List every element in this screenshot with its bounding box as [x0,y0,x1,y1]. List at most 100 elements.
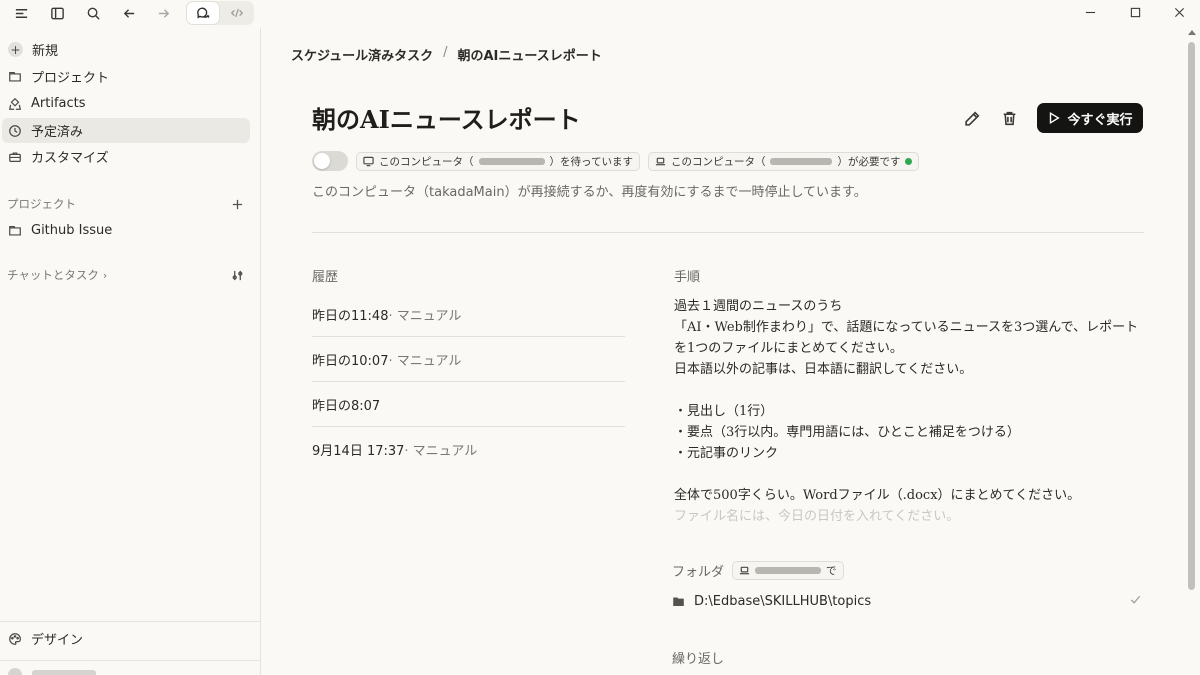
search-icon[interactable] [81,3,105,23]
sidebar-toggle-icon[interactable] [45,3,69,23]
account-name-redacted [32,670,96,675]
waiting-prefix: このコンピュータ（ [379,155,474,168]
laptop-icon [655,157,666,165]
palette-icon [9,632,21,645]
plus-icon: + [8,42,23,57]
sidebar-item-projects[interactable]: プロジェクト [2,64,250,89]
sidebar-item-design[interactable]: デザイン [2,626,250,651]
chevron-right-icon: › [102,268,108,282]
back-arrow-icon[interactable] [117,3,141,23]
chats-section-label: チャットとタスク [7,268,99,282]
history-time: 昨日の8:07 [312,398,381,414]
delete-button[interactable] [997,106,1021,130]
sidebar-item-label: プロジェクト [31,71,110,86]
monitor-icon [363,156,374,166]
folder-pill-suffix: で [826,565,837,577]
briefcase-icon [9,151,21,162]
run-now-label: 今すぐ実行 [1067,112,1133,128]
menu-icon[interactable] [9,3,33,23]
add-project-icon[interactable] [228,195,246,213]
folder-section: フォルダ で [672,561,844,580]
main-scrollbar[interactable] [1186,28,1198,675]
pencil-icon [964,111,979,126]
redacted-computer-name [755,567,822,574]
play-icon [1050,111,1061,125]
history-mode: · マニュアル [388,353,462,369]
folder-outline-icon [9,71,21,82]
folder-outline-icon [9,225,21,236]
redacted-computer-name [770,157,833,165]
run-now-button[interactable]: 今すぐ実行 [1037,103,1143,133]
mode-switcher [186,1,254,25]
artifacts-icon [9,97,21,110]
breadcrumb-current: 朝のAIニュースレポート [457,49,602,64]
filter-sliders-icon[interactable] [228,266,246,284]
sidebar-item-new[interactable]: + 新規 [2,37,250,62]
folder-computer-pill: で [732,561,844,580]
history-label: 履歴 [312,270,339,285]
laptop-icon [739,566,750,575]
scroll-up-icon[interactable] [1188,30,1196,35]
history-time: 昨日の10:07 [312,353,389,369]
paused-message: このコンピュータ（takadaMain）が再接続するか、再度有効にするまで一時停… [312,185,867,200]
history-item[interactable]: 昨日の11:48 · マニュアル [312,292,625,337]
sidebar-item-label: デザイン [31,633,84,648]
history-item[interactable]: 9月14日 17:37 · マニュアル [312,427,625,472]
edit-button[interactable] [960,106,984,130]
instructions-faded-line: ファイル名には、今日の日付を入れてください。 [674,509,960,524]
instructions-body: 過去１週間のニュースのうち 「AI・Web制作まわり」で、話題になっているニュー… [674,299,1139,503]
folder-row[interactable]: D:\Edbase\SKILLHUB\topics [672,594,1142,609]
chat-mode-icon[interactable] [187,2,219,24]
breadcrumb: スケジュール済みタスク / 朝のAIニュースレポート [291,45,602,64]
waiting-computer-pill: このコンピュータ（ ）を待っています [356,151,640,171]
sidebar-item-label: 新規 [32,44,59,59]
history-item[interactable]: 昨日の8:07 [312,382,625,427]
folder-path: D:\Edbase\SKILLHUB\topics [694,594,872,609]
history-time: 9月14日 17:37 [312,444,405,459]
history-mode: · マニュアル [388,308,462,324]
enable-toggle[interactable] [312,151,348,171]
sidebar-item-github-issue[interactable]: Github Issue [2,218,250,243]
sidebar-item-label: Github Issue [31,223,113,238]
instructions-label: 手順 [674,270,701,285]
forward-arrow-icon[interactable] [151,3,175,23]
repeat-label: 繰り返し [672,652,725,667]
history-time: 昨日の11:48 [312,308,389,324]
code-mode-icon[interactable] [221,2,253,24]
redacted-computer-name [478,157,545,165]
folder-icon [673,597,684,606]
required-suffix: ）が必要です [837,155,901,168]
sidebar-item-label: Artifacts [31,96,86,111]
sidebar-item-scheduled[interactable]: 予定済み [2,118,250,143]
required-prefix: このコンピュータ（ [670,155,766,168]
sidebar-item-label: カスタマイズ [31,151,109,166]
instructions-text: 過去１週間のニュースのうち 「AI・Web制作まわり」で、話題になっているニュー… [674,296,1144,527]
sidebar-item-customize[interactable]: カスタマイズ [2,144,250,169]
breadcrumb-parent[interactable]: スケジュール済みタスク [291,45,433,64]
sidebar-divider [0,621,260,622]
sidebar-item-label: 予定済み [31,125,84,140]
status-row: このコンピュータ（ ）を待っています このコンピュータ（ ）が必要です [312,151,920,171]
page-title: 朝のAIニュースレポート [312,105,581,134]
check-icon [1129,593,1142,610]
trash-icon [1003,111,1015,125]
sidebar-item-artifacts[interactable]: Artifacts [2,91,250,116]
close-icon[interactable] [1167,2,1191,22]
main-content: スケジュール済みタスク / 朝のAIニュースレポート 朝のAIニュースレポート … [262,28,1184,675]
waiting-suffix: ）を待っています [549,155,633,168]
status-dot [905,157,913,165]
sidebar-divider [0,660,260,661]
sidebar: + 新規 プロジェクト Artifacts 予定済み カスタマイズ プロジェクト… [0,28,261,675]
history-mode: · マニュアル [404,444,478,459]
account-avatar[interactable] [8,668,22,675]
breadcrumb-separator: / [443,45,448,60]
scroll-thumb[interactable] [1188,42,1195,590]
maximize-icon[interactable] [1123,2,1147,22]
required-computer-pill: このコンピュータ（ ）が必要です [647,151,920,171]
projects-section-label: プロジェクト [7,197,76,211]
title-bar [0,0,1200,28]
history-item[interactable]: 昨日の10:07 · マニュアル [312,337,625,382]
section-divider [312,232,1144,233]
minimize-icon[interactable] [1078,2,1102,22]
chats-section-toggle[interactable]: チャットとタスク › [7,267,107,283]
